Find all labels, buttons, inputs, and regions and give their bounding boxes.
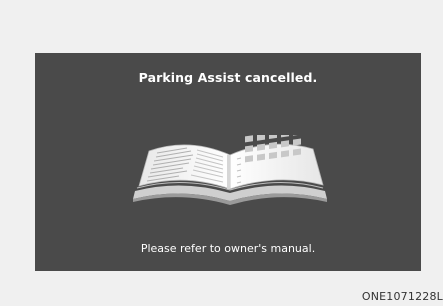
message-title: Parking Assist cancelled. — [138, 70, 318, 85]
figure-code: ONE1071228L — [361, 290, 443, 303]
cluster-display: Parking Assist cancelled. Please refer t… — [35, 53, 421, 271]
message-body: Please refer to owner's manual. — [140, 242, 316, 255]
open-book-icon — [133, 135, 327, 205]
